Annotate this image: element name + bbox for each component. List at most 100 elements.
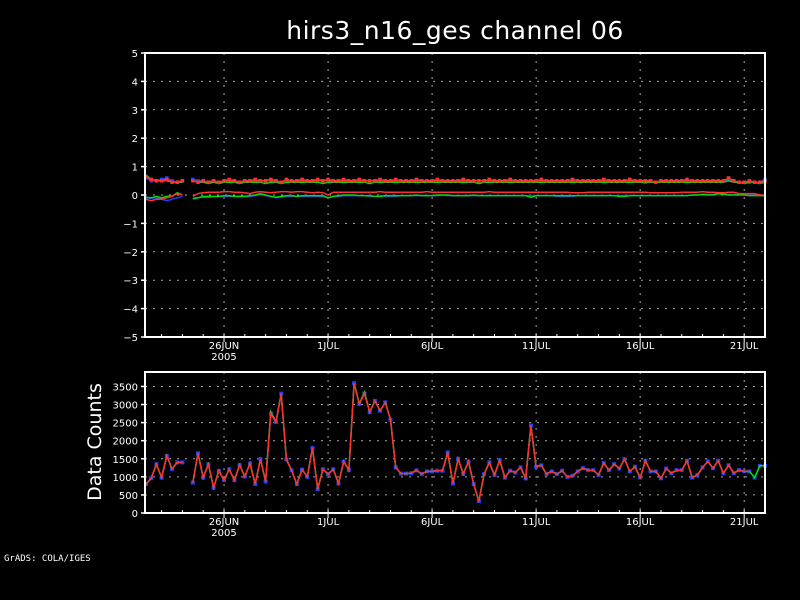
plot-canvas: 543210−1−2−3−4−526JUN20051JUL 6JUL 11JUL 16…: [113, 49, 767, 539]
y-tick-label: 3: [132, 106, 138, 117]
data-point: [180, 179, 185, 183]
data-point: [752, 180, 757, 184]
data-point: [742, 180, 746, 184]
data-point: [170, 180, 174, 184]
data-point: [508, 177, 512, 182]
y-tick-label: 0: [132, 509, 138, 520]
data-point: [295, 179, 299, 183]
y-tick-label: 1000: [113, 473, 138, 484]
data-point: [284, 177, 289, 182]
data-point: [549, 179, 554, 183]
data-point: [513, 179, 518, 183]
data-point: [726, 176, 731, 180]
data-point: [680, 179, 684, 183]
data-point: [211, 179, 216, 183]
data-point: [721, 179, 726, 183]
data-point: [357, 177, 362, 182]
data-point: [497, 179, 502, 183]
series-line-1: [145, 383, 765, 502]
panel-0: 5 4 3 2 1 0 −1 −2 −3 −4 −5 26JUN2005 1JUL 6JUL 11JUL 16…: [123, 49, 767, 363]
y-tick-label: 2000: [113, 437, 138, 448]
data-point: [258, 179, 263, 183]
data-point: [690, 179, 694, 183]
data-point: [409, 179, 414, 183]
data-point: [737, 180, 741, 184]
data-point: [347, 179, 351, 183]
y-tick-label: −1: [123, 219, 138, 230]
data-point: [581, 179, 585, 183]
data-point: [378, 177, 382, 182]
data-point: [622, 179, 627, 183]
data-point: [456, 179, 460, 183]
data-point: [300, 177, 304, 182]
data-point: [695, 179, 700, 183]
data-point: [310, 179, 315, 183]
data-point: [274, 179, 278, 183]
y-tick-label: 0: [132, 191, 138, 202]
data-point: [643, 179, 648, 183]
data-point: [466, 179, 471, 183]
series-line-2: [145, 383, 750, 502]
data-point: [269, 177, 273, 182]
data-point: [388, 179, 393, 183]
x-tick-label: 26JUN: [209, 517, 239, 528]
y-tick-label: 2500: [113, 419, 138, 430]
data-point: [404, 179, 408, 183]
data-point: [638, 179, 642, 183]
x-tick-sublabel: 2005: [211, 352, 236, 363]
y-tick-label: 3000: [113, 401, 138, 412]
data-point: [201, 179, 205, 183]
x-tick-sublabel: 2005: [211, 528, 236, 539]
data-point: [326, 177, 330, 182]
data-point: [586, 179, 590, 183]
data-point: [222, 179, 226, 183]
y-tick-label: 1500: [113, 455, 138, 466]
data-point: [159, 179, 164, 183]
data-point: [263, 179, 268, 183]
data-point: [596, 179, 601, 183]
data-point: [248, 179, 252, 183]
y-tick-label: 4: [132, 77, 138, 88]
data-point: [440, 179, 445, 183]
data-point: [419, 179, 424, 183]
data-point: [758, 180, 762, 184]
data-point: [253, 177, 257, 182]
data-point: [149, 177, 153, 182]
data-point: [477, 179, 481, 183]
data-point: [362, 179, 367, 183]
data-point: [305, 179, 310, 183]
panel-1: 0 500 1000 1500 2000 2500 3000 3500 26JUN2005 1JU…: [113, 371, 767, 539]
x-tick-label: 21JUL: [730, 341, 759, 352]
data-point: [555, 179, 559, 183]
x-tick-label: 11JUL: [522, 341, 551, 352]
data-point: [711, 179, 715, 183]
data-point: [373, 179, 377, 183]
data-point: [196, 180, 200, 184]
y-tick-label: 5: [132, 49, 138, 60]
data-point: [539, 177, 544, 182]
data-point: [154, 179, 159, 183]
plot-frame: [144, 371, 766, 514]
data-point: [399, 179, 403, 183]
data-point: [165, 177, 169, 182]
data-point: [674, 179, 679, 183]
data-point: [633, 179, 637, 183]
data-point: [393, 177, 398, 182]
data-point: [487, 177, 492, 182]
data-point: [430, 179, 434, 183]
data-point: [628, 177, 632, 182]
data-point: [414, 177, 419, 182]
data-point: [383, 179, 388, 183]
data-point: [664, 179, 668, 183]
data-point: [601, 177, 606, 182]
data-point: [575, 179, 580, 183]
x-tick-label: 1JUL: [317, 341, 340, 352]
data-point: [612, 179, 616, 183]
data-point: [732, 179, 736, 183]
series-line-4: [145, 191, 765, 200]
data-point: [523, 179, 528, 183]
series-line-0: [145, 383, 765, 502]
data-point: [217, 180, 221, 184]
data-point: [445, 179, 450, 183]
data-point: [648, 179, 653, 183]
